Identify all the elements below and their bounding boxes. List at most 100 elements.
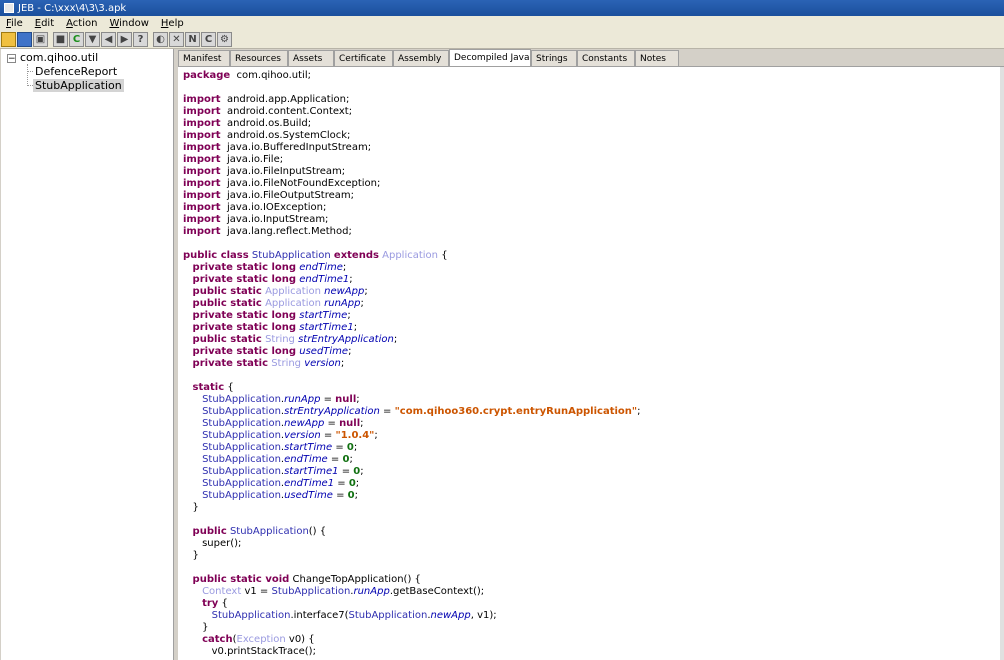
code-line: StubApplication.interface7(StubApplicati… [211,610,497,621]
tab-manifest[interactable]: Manifest [178,50,230,66]
tab-decompiled-java[interactable]: Decompiled Java☒ [449,49,531,66]
code-line: static { [192,382,234,393]
floppy-icon[interactable]: ▣ [33,32,48,47]
toolbar: ▣ ■ C ▼ ◀ ▶? ◐ ✕ N C ⚙ [0,31,1004,49]
window-title: JEB - C:\xxx\4\3\3.apk [18,2,127,14]
tree-item-stubapplication[interactable]: StubApplication [33,79,124,93]
app-icon [4,3,14,13]
tab-assets[interactable]: Assets [288,50,334,66]
tab-label: Manifest [183,54,222,64]
code-line: import java.io.FileNotFoundException; [183,178,381,189]
code-line: import java.io.FileOutputStream; [183,190,355,201]
code-line: import java.io.BufferedInputStream; [183,142,372,153]
code-line: import java.io.IOException; [183,202,327,213]
code-line: import java.io.InputStream; [183,214,329,225]
code-line: public static Application newApp; [192,286,368,297]
tree-item-label: DefenceReport [35,65,118,78]
tab-label: Decompiled Java [454,53,530,63]
code-line: StubApplication.startTime = 0; [202,442,358,453]
code-line: StubApplication.endTime1 = 0; [202,478,360,489]
code-line: import android.os.Build; [183,118,312,129]
code-line: private static long endTime1; [192,274,353,285]
code-line: v0.printStackTrace(); [183,646,316,657]
tree-item-label: StubApplication [33,79,124,92]
tab-label: Certificate [339,54,386,64]
code-view[interactable]: package com.qihoo.util; import android.a… [183,70,640,658]
tab-assembly[interactable]: Assembly [393,50,449,66]
collapse-icon[interactable]: − [7,53,16,63]
tree-node-package[interactable]: − com.qihoo.util [7,51,98,65]
tab-label: Strings [536,54,568,64]
code-line: private static String version; [192,358,345,369]
code-line: super(); [183,538,242,549]
code-line: public StubApplication() { [192,526,327,537]
menu-help[interactable]: Help [155,18,190,29]
code-line: } [183,622,209,633]
code-line: } [183,550,199,561]
menu-edit[interactable]: Edit [29,18,60,29]
n-icon[interactable]: N [185,32,200,47]
code-line: StubApplication.usedTime = 0; [202,490,359,501]
menu-file[interactable]: File [0,18,29,29]
package-tree[interactable]: − com.qihoo.util DefenceReport StubApplic… [1,49,174,660]
menu-window[interactable]: Window [103,18,154,29]
code-line: try { [202,598,228,609]
code-line: import java.io.File; [183,154,284,165]
tab-notes[interactable]: Notes [635,50,679,66]
tab-bar: Manifest Resources Assets Certificate Assemb… [178,49,1004,67]
refresh-icon[interactable]: C [69,32,84,47]
stop-icon[interactable]: ■ [53,32,68,47]
title-bar: JEB - C:\xxx\4\3\3.apk [0,0,1004,16]
code-line: import java.lang.reflect.Method; [183,226,352,237]
code-line: catch(Exception v0) { [202,634,315,645]
code-line: StubApplication.version = "1.0.4"; [202,430,378,441]
code-line: StubApplication.runApp = null; [202,394,360,405]
code-line: public class StubApplication extends App… [183,250,448,261]
code-editor[interactable]: package com.qihoo.util; import android.a… [178,67,1004,660]
code-line: Context v1 = StubApplication.runApp.getB… [202,586,485,597]
tab-strings[interactable]: Strings [531,50,577,66]
code-line: StubApplication.startTime1 = 0; [202,466,364,477]
code-line: private static long startTime; [192,310,351,321]
tab-label: Assets [293,54,323,64]
back-icon[interactable]: ◀ [101,32,116,47]
tab-label: Assembly [398,54,442,64]
gear-icon[interactable]: ⚙ [217,32,232,47]
code-icon[interactable]: ◐ [153,32,168,47]
menu-action[interactable]: Action [60,18,103,29]
c-icon[interactable]: C [201,32,216,47]
code-line: public static void ChangeTopApplication(… [192,574,421,585]
code-line: private static long usedTime; [192,346,352,357]
code-line: package com.qihoo.util; [183,70,311,81]
tree-connector [27,71,33,72]
open-folder-icon[interactable] [1,32,16,47]
code-line: import android.os.SystemClock; [183,130,351,141]
forward-icon[interactable]: ▶ [117,32,132,47]
cross-icon[interactable]: ✕ [169,32,184,47]
save-icon[interactable] [17,32,32,47]
tree-package-label: com.qihoo.util [20,51,99,64]
tab-resources[interactable]: Resources [230,50,288,66]
code-line: StubApplication.newApp = null; [202,418,364,429]
tab-label: Notes [640,54,666,64]
code-line: public static Application runApp; [192,298,364,309]
code-line: import android.content.Context; [183,106,353,117]
tab-label: Constants [582,54,628,64]
filter-icon[interactable]: ▼ [85,32,100,47]
code-line: StubApplication.endTime = 0; [202,454,353,465]
code-line: import java.io.FileInputStream; [183,166,346,177]
tab-constants[interactable]: Constants [577,50,635,66]
code-line: } [183,502,199,513]
tree-connector [27,64,28,86]
code-line: private static long endTime; [192,262,347,273]
tree-item-defencereport[interactable]: DefenceReport [35,65,117,79]
help-icon[interactable]: ? [133,32,148,47]
vertical-scrollbar[interactable] [1000,67,1004,660]
code-line: public static String strEntryApplication… [192,334,398,345]
tab-certificate[interactable]: Certificate [334,50,393,66]
